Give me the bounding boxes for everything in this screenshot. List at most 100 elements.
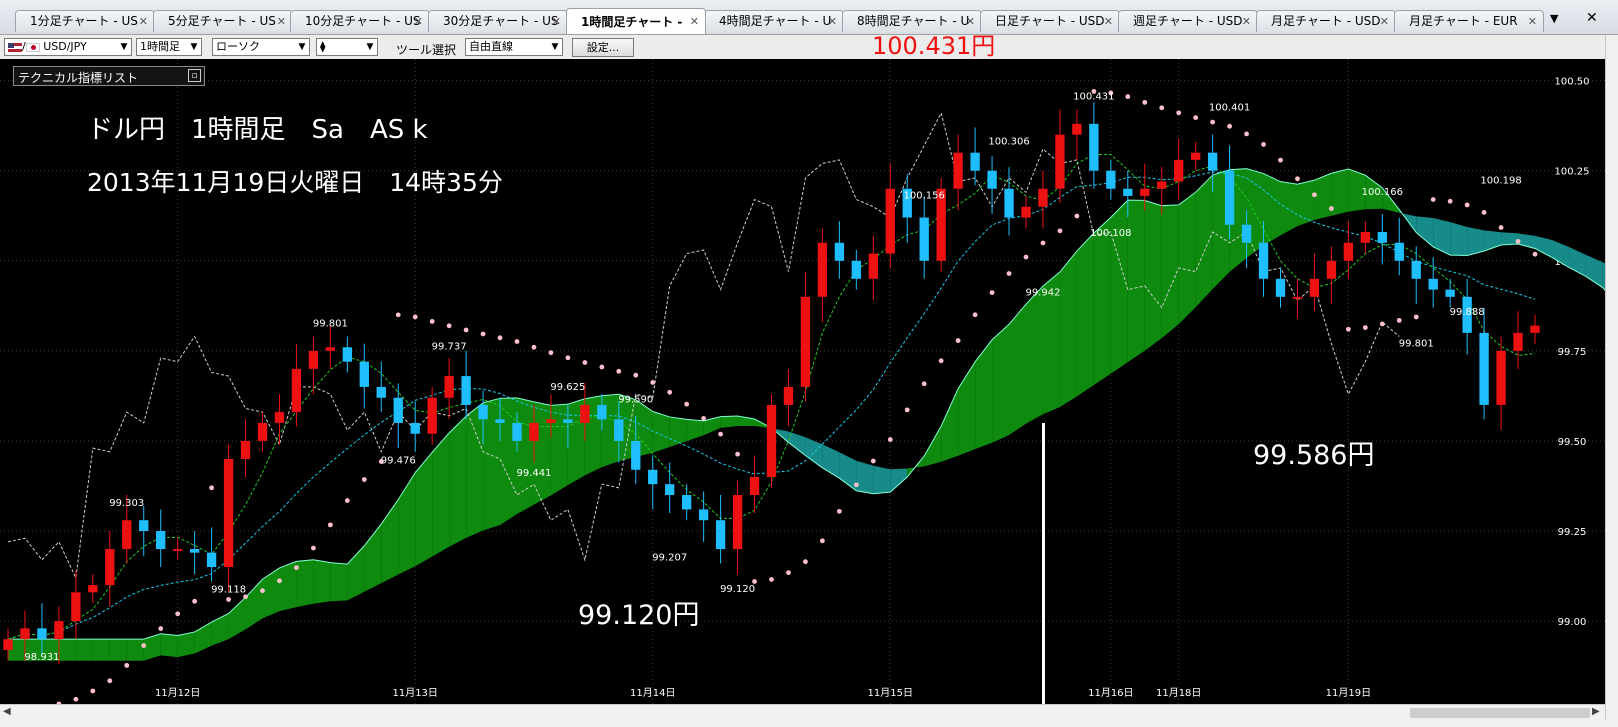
recent-low-annotation: 99.586円	[1253, 440, 1375, 471]
candle-body	[223, 458, 234, 568]
candle-body	[376, 386, 386, 398]
ichimoku-cloud-segment	[313, 559, 331, 604]
horizontal-scrollbar[interactable]: ◀ ▶	[0, 704, 1605, 721]
scroll-thumb[interactable]	[1410, 708, 1590, 718]
psar-dot	[1193, 115, 1199, 121]
chart-type-select[interactable]: ローソク ▼	[212, 38, 310, 56]
candle-body	[20, 628, 30, 640]
psar-dot	[887, 437, 893, 442]
tab-close-icon[interactable]: ✕	[828, 11, 837, 32]
psar-dot	[344, 498, 350, 503]
candle-body	[1428, 278, 1438, 290]
settings-button[interactable]: 設定...	[572, 38, 634, 57]
tab-8[interactable]: 日足チャート - USD ✕	[980, 10, 1120, 32]
candle-body	[1157, 181, 1167, 189]
panel-toggle-icon[interactable]: ▫	[188, 69, 201, 82]
close-icon[interactable]: ✕	[1586, 10, 1598, 26]
ichimoku-cloud-segment	[1195, 175, 1213, 308]
psar-dot	[786, 570, 791, 576]
candle-body	[1241, 224, 1252, 243]
tab-menu-icon[interactable]: ▼	[1550, 12, 1558, 25]
tool-select[interactable]: 自由直線 ▼	[465, 38, 563, 56]
tab-close-icon[interactable]: ✕	[552, 11, 561, 32]
candle-body	[1258, 242, 1269, 279]
tab-1[interactable]: 1分足チャート - US ✕	[15, 10, 155, 32]
psar-dot	[955, 338, 961, 343]
ichimoku-cloud-segment	[1178, 192, 1196, 325]
candle-body	[206, 552, 217, 568]
vertical-scrollbar[interactable]	[1605, 35, 1618, 720]
candle-body	[1140, 188, 1150, 196]
psar-dot	[1295, 176, 1300, 182]
ichimoku-cloud-segment	[398, 472, 416, 575]
candle-body	[105, 549, 115, 586]
price-label: 100.198	[1480, 175, 1521, 186]
psar-dot	[158, 626, 164, 631]
tab-label: 日足チャート - USD	[995, 14, 1105, 28]
psar-dot	[446, 323, 452, 329]
price-chart[interactable]: 100.50100.25100.0099.7599.5099.2599.0011…	[0, 59, 1605, 704]
y-tick-label: 99.50	[1558, 437, 1587, 448]
candle-body	[834, 242, 845, 261]
candle-body	[1496, 350, 1506, 405]
tab-3[interactable]: 10分足チャート - US ✕	[290, 10, 430, 32]
price-label: 99.801	[313, 318, 348, 329]
tab-close-icon[interactable]: ✕	[139, 11, 148, 32]
candle-body	[257, 422, 268, 441]
candle-body	[783, 386, 794, 405]
x-tick-label: 11月16日	[1088, 687, 1133, 699]
candle-body	[580, 404, 590, 423]
tab-close-icon[interactable]: ✕	[690, 9, 699, 34]
psar-dot	[1362, 325, 1368, 330]
tab-4[interactable]: 30分足チャート - US ✕	[428, 10, 568, 32]
tab-close-icon[interactable]: ✕	[1104, 11, 1113, 32]
ichimoku-cloud-segment	[143, 633, 161, 661]
currency-pair-select[interactable]: / USD/JPY ▼	[4, 38, 132, 56]
candle-body	[1021, 206, 1031, 218]
candle-body	[698, 509, 709, 521]
scroll-right-icon[interactable]: ▶	[1592, 706, 1600, 717]
candle-style-select[interactable]: ⧫ ▼	[316, 38, 378, 56]
tab-label: 4時間足チャート - U	[719, 14, 832, 28]
ichimoku-cloud-segment	[1127, 200, 1145, 363]
timeframe-select[interactable]: 1時間足 ▼	[136, 38, 202, 56]
psar-dot	[1464, 202, 1470, 208]
candle-body	[614, 419, 624, 441]
tab-2[interactable]: 5分足チャート - US ✕	[153, 10, 293, 32]
indicator-list-panel[interactable]: テクニカル指標リスト ▫	[13, 66, 205, 86]
psar-dot	[803, 559, 808, 565]
psar-dot	[820, 538, 825, 544]
tab-9[interactable]: 週足チャート - USD ✕	[1118, 10, 1258, 32]
tab-close-icon[interactable]: ✕	[1242, 11, 1251, 32]
candle-body	[1055, 134, 1065, 189]
tab-10[interactable]: 月足チャート - USD ✕	[1256, 10, 1396, 32]
price-label: 99.476	[381, 456, 416, 467]
tab-close-icon[interactable]: ✕	[414, 11, 423, 32]
candle-body	[1411, 260, 1421, 279]
ichimoku-cloud-segment	[686, 419, 704, 442]
tab-close-icon[interactable]: ✕	[1528, 11, 1537, 32]
psar-dot	[73, 696, 79, 702]
tab-close-icon[interactable]: ✕	[1380, 11, 1389, 32]
psar-dot	[1413, 314, 1419, 320]
tab-5[interactable]: 1時間足チャート - ✕	[566, 8, 706, 34]
psar-dot	[616, 368, 622, 374]
tab-11[interactable]: 月足チャート - EUR ✕	[1394, 10, 1544, 32]
psar-dot	[938, 358, 944, 364]
ichimoku-cloud-segment	[245, 579, 263, 630]
psar-dot	[633, 372, 639, 378]
candle-body	[766, 404, 777, 477]
candle-body	[1072, 123, 1082, 135]
indicator-list-title: テクニカル指標リスト	[18, 71, 139, 85]
chevron-down-icon: ▼	[366, 42, 374, 52]
psar-dot	[548, 350, 554, 356]
ichimoku-cloud-segment	[262, 567, 280, 619]
ichimoku-cloud-segment	[856, 460, 874, 494]
psar-dot	[1261, 142, 1266, 147]
candle-body	[1038, 188, 1048, 207]
tab-6[interactable]: 4時間足チャート - U ✕	[704, 10, 844, 32]
price-label: 98.931	[24, 652, 59, 663]
scroll-left-icon[interactable]: ◀	[3, 706, 11, 717]
ichimoku-cloud-segment	[126, 639, 144, 661]
tab-close-icon[interactable]: ✕	[277, 11, 286, 32]
